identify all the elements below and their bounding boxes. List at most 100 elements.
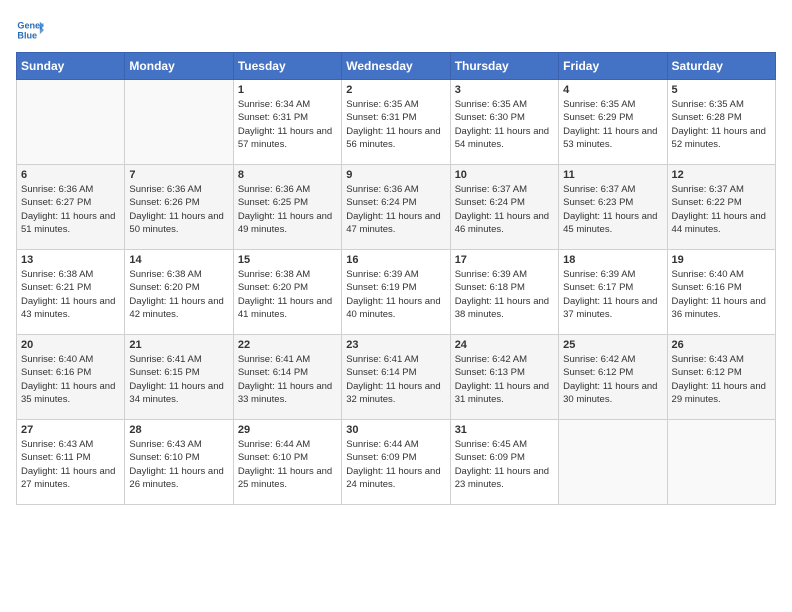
day-number: 22: [238, 339, 337, 351]
cell-info: Sunrise: 6:35 AM Sunset: 6:29 PM Dayligh…: [563, 98, 662, 151]
day-header-monday: Monday: [125, 53, 233, 80]
day-number: 16: [346, 254, 445, 266]
calendar-cell: [559, 420, 667, 505]
day-number: 10: [455, 169, 554, 181]
logo: General Blue: [16, 16, 44, 44]
cell-info: Sunrise: 6:41 AM Sunset: 6:15 PM Dayligh…: [129, 353, 228, 406]
cell-info: Sunrise: 6:37 AM Sunset: 6:23 PM Dayligh…: [563, 183, 662, 236]
cell-info: Sunrise: 6:43 AM Sunset: 6:10 PM Dayligh…: [129, 438, 228, 491]
cell-info: Sunrise: 6:43 AM Sunset: 6:11 PM Dayligh…: [21, 438, 120, 491]
cell-info: Sunrise: 6:44 AM Sunset: 6:09 PM Dayligh…: [346, 438, 445, 491]
calendar-cell: [667, 420, 775, 505]
day-number: 27: [21, 424, 120, 436]
cell-info: Sunrise: 6:39 AM Sunset: 6:19 PM Dayligh…: [346, 268, 445, 321]
cell-info: Sunrise: 6:40 AM Sunset: 6:16 PM Dayligh…: [21, 353, 120, 406]
day-header-tuesday: Tuesday: [233, 53, 341, 80]
day-number: 29: [238, 424, 337, 436]
calendar-week-5: 27 Sunrise: 6:43 AM Sunset: 6:11 PM Dayli…: [17, 420, 776, 505]
cell-info: Sunrise: 6:35 AM Sunset: 6:28 PM Dayligh…: [672, 98, 771, 151]
calendar-cell: 10 Sunrise: 6:37 AM Sunset: 6:24 PM Dayli…: [450, 165, 558, 250]
day-number: 3: [455, 84, 554, 96]
day-number: 21: [129, 339, 228, 351]
calendar-cell: 30 Sunrise: 6:44 AM Sunset: 6:09 PM Dayli…: [342, 420, 450, 505]
cell-info: Sunrise: 6:41 AM Sunset: 6:14 PM Dayligh…: [346, 353, 445, 406]
calendar-cell: 18Sunrise: 6:39 AM Sunset: 6:17 PM Dayli…: [559, 250, 667, 335]
calendar-cell: 14 Sunrise: 6:38 AM Sunset: 6:20 PM Dayli…: [125, 250, 233, 335]
cell-info: Sunrise: 6:38 AM Sunset: 6:20 PM Dayligh…: [129, 268, 228, 321]
day-number: 31: [455, 424, 554, 436]
calendar-week-3: 13 Sunrise: 6:38 AM Sunset: 6:21 PM Dayli…: [17, 250, 776, 335]
calendar-cell: 20 Sunrise: 6:40 AM Sunset: 6:16 PM Dayli…: [17, 335, 125, 420]
calendar-cell: 28 Sunrise: 6:43 AM Sunset: 6:10 PM Dayli…: [125, 420, 233, 505]
calendar-week-1: 1 Sunrise: 6:34 AM Sunset: 6:31 PM Daylig…: [17, 80, 776, 165]
calendar-cell: 12 Sunrise: 6:37 AM Sunset: 6:22 PM Dayli…: [667, 165, 775, 250]
cell-info: Sunrise: 6:42 AM Sunset: 6:12 PM Dayligh…: [563, 353, 662, 406]
day-header-thursday: Thursday: [450, 53, 558, 80]
cell-info: Sunrise: 6:36 AM Sunset: 6:26 PM Dayligh…: [129, 183, 228, 236]
cell-info: Sunrise: 6:45 AM Sunset: 6:09 PM Dayligh…: [455, 438, 554, 491]
day-number: 12: [672, 169, 771, 181]
calendar-cell: 22 Sunrise: 6:41 AM Sunset: 6:14 PM Dayli…: [233, 335, 341, 420]
day-number: 13: [21, 254, 120, 266]
day-header-wednesday: Wednesday: [342, 53, 450, 80]
cell-info: Sunrise: 6:43 AM Sunset: 6:12 PM Dayligh…: [672, 353, 771, 406]
day-number: 7: [129, 169, 228, 181]
day-number: 19: [672, 254, 771, 266]
cell-info: Sunrise: 6:35 AM Sunset: 6:30 PM Dayligh…: [455, 98, 554, 151]
day-number: 9: [346, 169, 445, 181]
calendar-cell: 29 Sunrise: 6:44 AM Sunset: 6:10 PM Dayli…: [233, 420, 341, 505]
day-number: 28: [129, 424, 228, 436]
header-row: SundayMondayTuesdayWednesdayThursdayFrid…: [17, 53, 776, 80]
day-number: 11: [563, 169, 662, 181]
calendar-cell: 25Sunrise: 6:42 AM Sunset: 6:12 PM Dayli…: [559, 335, 667, 420]
calendar-cell: 5 Sunrise: 6:35 AM Sunset: 6:28 PM Daylig…: [667, 80, 775, 165]
cell-info: Sunrise: 6:44 AM Sunset: 6:10 PM Dayligh…: [238, 438, 337, 491]
calendar-cell: 21 Sunrise: 6:41 AM Sunset: 6:15 PM Dayli…: [125, 335, 233, 420]
cell-info: Sunrise: 6:39 AM Sunset: 6:18 PM Dayligh…: [455, 268, 554, 321]
day-header-saturday: Saturday: [667, 53, 775, 80]
cell-info: Sunrise: 6:38 AM Sunset: 6:21 PM Dayligh…: [21, 268, 120, 321]
calendar-week-2: 6Sunrise: 6:36 AM Sunset: 6:27 PM Daylig…: [17, 165, 776, 250]
page-header: General Blue: [16, 16, 776, 44]
calendar-cell: 6Sunrise: 6:36 AM Sunset: 6:27 PM Daylig…: [17, 165, 125, 250]
cell-info: Sunrise: 6:37 AM Sunset: 6:22 PM Dayligh…: [672, 183, 771, 236]
cell-info: Sunrise: 6:35 AM Sunset: 6:31 PM Dayligh…: [346, 98, 445, 151]
calendar-cell: 3 Sunrise: 6:35 AM Sunset: 6:30 PM Daylig…: [450, 80, 558, 165]
day-number: 20: [21, 339, 120, 351]
day-number: 1: [238, 84, 337, 96]
cell-info: Sunrise: 6:36 AM Sunset: 6:24 PM Dayligh…: [346, 183, 445, 236]
day-number: 6: [21, 169, 120, 181]
calendar-cell: 16 Sunrise: 6:39 AM Sunset: 6:19 PM Dayli…: [342, 250, 450, 335]
calendar-cell: 8 Sunrise: 6:36 AM Sunset: 6:25 PM Daylig…: [233, 165, 341, 250]
cell-info: Sunrise: 6:42 AM Sunset: 6:13 PM Dayligh…: [455, 353, 554, 406]
day-number: 2: [346, 84, 445, 96]
day-number: 5: [672, 84, 771, 96]
calendar-cell: 2 Sunrise: 6:35 AM Sunset: 6:31 PM Daylig…: [342, 80, 450, 165]
cell-info: Sunrise: 6:37 AM Sunset: 6:24 PM Dayligh…: [455, 183, 554, 236]
cell-info: Sunrise: 6:39 AM Sunset: 6:17 PM Dayligh…: [563, 268, 662, 321]
calendar-cell: [125, 80, 233, 165]
calendar-cell: 4 Sunrise: 6:35 AM Sunset: 6:29 PM Daylig…: [559, 80, 667, 165]
calendar-week-4: 20 Sunrise: 6:40 AM Sunset: 6:16 PM Dayli…: [17, 335, 776, 420]
day-number: 14: [129, 254, 228, 266]
day-number: 26: [672, 339, 771, 351]
cell-info: Sunrise: 6:36 AM Sunset: 6:25 PM Dayligh…: [238, 183, 337, 236]
svg-text:Blue: Blue: [17, 30, 37, 40]
calendar-cell: 31 Sunrise: 6:45 AM Sunset: 6:09 PM Dayli…: [450, 420, 558, 505]
day-header-sunday: Sunday: [17, 53, 125, 80]
calendar-cell: 15Sunrise: 6:38 AM Sunset: 6:20 PM Dayli…: [233, 250, 341, 335]
calendar-cell: 26 Sunrise: 6:43 AM Sunset: 6:12 PM Dayli…: [667, 335, 775, 420]
day-number: 30: [346, 424, 445, 436]
logo-icon: General Blue: [16, 16, 44, 44]
calendar-cell: [17, 80, 125, 165]
calendar-cell: 11 Sunrise: 6:37 AM Sunset: 6:23 PM Dayli…: [559, 165, 667, 250]
cell-info: Sunrise: 6:38 AM Sunset: 6:20 PM Dayligh…: [238, 268, 337, 321]
calendar-cell: 19Sunrise: 6:40 AM Sunset: 6:16 PM Dayli…: [667, 250, 775, 335]
cell-info: Sunrise: 6:41 AM Sunset: 6:14 PM Dayligh…: [238, 353, 337, 406]
cell-info: Sunrise: 6:34 AM Sunset: 6:31 PM Dayligh…: [238, 98, 337, 151]
calendar-cell: 9 Sunrise: 6:36 AM Sunset: 6:24 PM Daylig…: [342, 165, 450, 250]
day-number: 4: [563, 84, 662, 96]
day-number: 17: [455, 254, 554, 266]
calendar-table: SundayMondayTuesdayWednesdayThursdayFrid…: [16, 52, 776, 505]
day-number: 8: [238, 169, 337, 181]
